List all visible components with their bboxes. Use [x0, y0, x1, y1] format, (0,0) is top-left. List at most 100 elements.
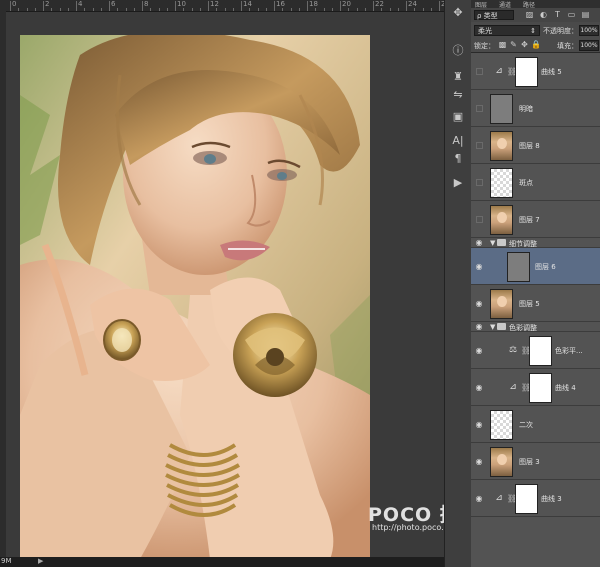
filter-type-select[interactable]: ρ 类型	[474, 10, 514, 20]
eye-icon[interactable]: ◉	[474, 238, 484, 247]
ruler-tick	[422, 8, 424, 11]
info-icon[interactable]: ⓘ	[450, 44, 466, 58]
status-bar: 9M ▶	[0, 557, 444, 567]
ruler-tick	[199, 8, 201, 11]
layer-thumbnail[interactable]	[490, 288, 513, 319]
eye-icon[interactable]: ◉	[474, 383, 484, 392]
layer-row[interactable]: ◉ ⚖ ⛓ 色彩平...	[471, 332, 600, 369]
layer-row[interactable]: 图层 8	[471, 127, 600, 164]
ruler-tick	[175, 1, 176, 11]
ruler-tick	[307, 1, 308, 11]
layer-thumbnail[interactable]	[490, 93, 513, 124]
layer-row[interactable]: ◉ ⊿ ⛓ 曲线 3	[471, 480, 600, 517]
filter-adjustment-icon[interactable]: ◐	[539, 10, 548, 19]
ruler-tick	[274, 1, 275, 11]
ruler-label: 10	[177, 0, 186, 8]
fill-input[interactable]: 100%	[579, 40, 599, 51]
ruler-label: 16	[276, 0, 285, 8]
brush-icon[interactable]: ⇋	[450, 88, 466, 102]
layer-row[interactable]: 图层 7	[471, 201, 600, 238]
layer-row[interactable]: ◉ 图层 6	[471, 248, 600, 285]
ruler-tick	[191, 8, 193, 11]
ruler-label: 2	[45, 0, 50, 8]
ruler-tick	[232, 8, 234, 11]
layer-mask-thumbnail[interactable]	[515, 483, 538, 514]
portrait-photo	[20, 35, 370, 559]
layer-thumbnail[interactable]	[490, 130, 513, 161]
visibility-toggle[interactable]	[476, 142, 483, 149]
layer-group-row[interactable]: ◉ ▼ 细节调整	[471, 238, 600, 248]
blend-mode-select[interactable]: 柔光 ⇕	[474, 25, 540, 36]
layer-mask-thumbnail[interactable]	[529, 372, 552, 403]
lock-position-icon[interactable]: ✥	[520, 40, 529, 49]
visibility-toggle[interactable]	[476, 105, 483, 112]
ruler-tick	[224, 8, 226, 11]
ruler-tick	[26, 8, 28, 11]
ruler-tick	[125, 8, 127, 11]
layer-thumbnail[interactable]	[490, 167, 513, 198]
visibility-toggle[interactable]	[476, 179, 483, 186]
ruler-tick	[109, 1, 110, 11]
ruler-label: 20	[342, 0, 351, 8]
document-canvas[interactable]	[6, 12, 444, 559]
eye-icon[interactable]: ◉	[474, 346, 484, 355]
curves-icon: ⊿	[495, 65, 503, 76]
group-expand-icon[interactable]: ▼	[490, 239, 495, 247]
ruler-tick	[315, 8, 317, 11]
eye-icon[interactable]: ◉	[474, 457, 484, 466]
eye-icon[interactable]: ◉	[474, 299, 484, 308]
history-icon[interactable]: ♜	[450, 70, 466, 84]
layer-name: 二次	[519, 420, 533, 429]
ruler-tick	[117, 8, 119, 11]
paragraph-icon[interactable]: ¶	[450, 152, 466, 166]
filter-type-icon[interactable]: T	[553, 10, 562, 19]
ruler-tick	[323, 8, 325, 11]
play-icon[interactable]: ▶	[450, 176, 466, 190]
layer-thumbnail[interactable]	[507, 251, 530, 282]
layer-row[interactable]: ◉ ⊿ ⛓ 曲线 4	[471, 369, 600, 406]
top-ruler: 02468101214161820222426	[0, 0, 465, 12]
status-menu-arrow[interactable]: ▶	[38, 557, 43, 565]
move-icon[interactable]: ✥	[450, 6, 466, 20]
layer-mask-thumbnail[interactable]	[515, 56, 538, 87]
layer-mask-thumbnail[interactable]	[529, 335, 552, 366]
layer-row[interactable]: ◉ 二次	[471, 406, 600, 443]
character-icon[interactable]: A|	[450, 134, 466, 148]
filter-pixel-icon[interactable]: ▨	[525, 10, 534, 19]
lock-transparency-icon[interactable]: ▩	[498, 40, 507, 49]
layer-row[interactable]: 明暗	[471, 90, 600, 127]
eye-icon[interactable]: ◉	[474, 262, 484, 271]
ruler-tick	[290, 8, 292, 11]
visibility-toggle[interactable]	[476, 216, 483, 223]
ruler-label: 0	[12, 0, 17, 8]
lock-all-icon[interactable]: 🔒	[531, 40, 541, 49]
layer-group-row[interactable]: ◉ ▼ 色彩调整	[471, 322, 600, 332]
layer-thumbnail[interactable]	[490, 446, 513, 477]
layer-row[interactable]: ⊿ ⛓ 曲线 5	[471, 53, 600, 90]
blend-bar: 柔光 ⇕ 不透明度： 100%	[471, 22, 600, 38]
eye-icon[interactable]: ◉	[474, 494, 484, 503]
layer-row[interactable]: ◉ 图层 3	[471, 443, 600, 480]
layer-thumbnail[interactable]	[490, 409, 513, 440]
lock-image-icon[interactable]: ✎	[509, 40, 518, 49]
layer-row[interactable]: ◉ 图层 5	[471, 285, 600, 322]
group-expand-icon[interactable]: ▼	[490, 323, 495, 331]
thumbnail-image	[491, 131, 512, 160]
filter-smart-icon[interactable]: ▤	[581, 10, 590, 19]
filter-shape-icon[interactable]: ▭	[567, 10, 576, 19]
thumbnail-image	[508, 252, 529, 281]
ruler-tick	[430, 8, 432, 11]
opacity-input[interactable]: 100%	[579, 25, 599, 36]
ruler-tick	[18, 8, 20, 11]
visibility-toggle[interactable]	[476, 68, 483, 75]
eye-icon[interactable]: ◉	[474, 322, 484, 331]
eye-icon[interactable]: ◉	[474, 420, 484, 429]
layers-panel: 图层 通道 路径 ρ 类型 ▨ ◐ T ▭ ▤ 柔光 ⇕ 不透明度： 100% …	[471, 0, 600, 567]
chevron-down-icon: ⇕	[530, 27, 536, 35]
layer-thumbnail[interactable]	[490, 204, 513, 235]
ruler-tick	[208, 1, 209, 11]
layer-row[interactable]: 斑点	[471, 164, 600, 201]
adjust-icon[interactable]: ▣	[450, 110, 466, 124]
ruler-label: 6	[111, 0, 116, 8]
ruler-tick	[59, 8, 61, 11]
